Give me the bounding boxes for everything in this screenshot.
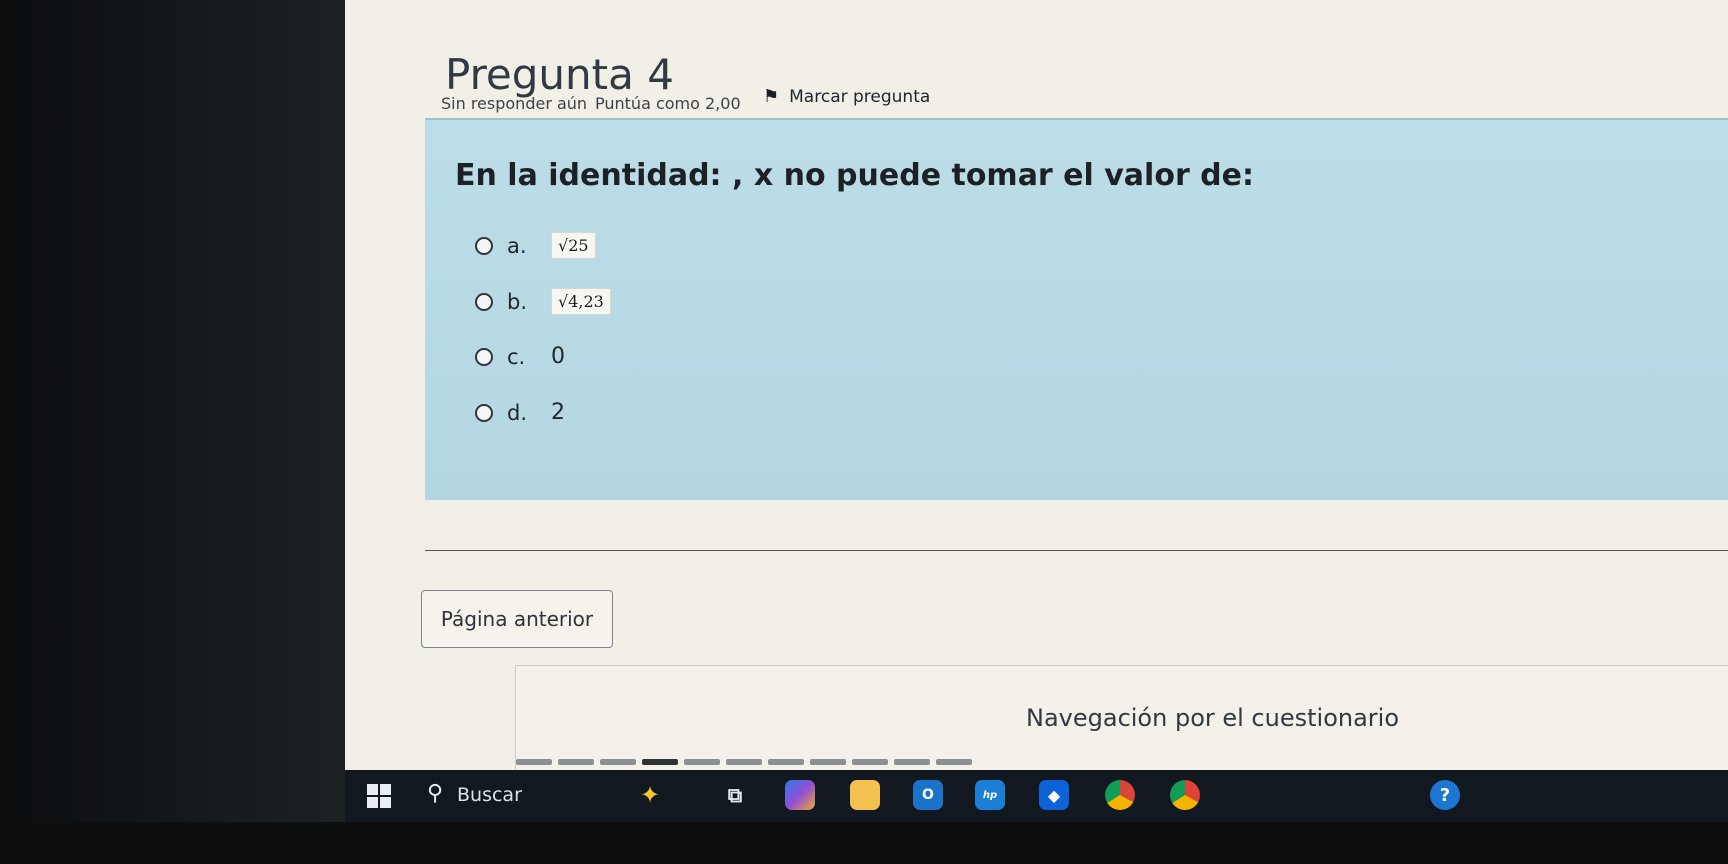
outlook-icon[interactable]: O (913, 780, 943, 810)
windows-taskbar: ⚲ Buscar ✦ ⧉ O hp ◆ ? (345, 770, 1728, 822)
nav-cell[interactable] (810, 759, 846, 765)
radio-button[interactable] (475, 236, 493, 255)
dropbox-icon[interactable]: ◆ (1039, 780, 1069, 810)
nav-cell[interactable] (516, 759, 552, 765)
option-value: √4,23 (551, 288, 611, 315)
option-letter: d. (507, 400, 528, 425)
quiz-navigation-title: Navegación por el cuestionario (1026, 704, 1400, 732)
section-divider (425, 550, 1728, 551)
monitor-bottom-bezel (0, 822, 1728, 864)
quiz-page: Pregunta 4 Sin responder aún Puntúa como… (345, 0, 1728, 777)
option-c[interactable]: c. 0 (475, 344, 565, 369)
question-box: En la identidad: , x no puede tomar el v… (425, 118, 1728, 500)
option-letter: b. (507, 289, 528, 314)
option-letter: a. (507, 233, 527, 258)
nav-cell[interactable] (894, 759, 930, 765)
flag-icon: ⚑ (763, 86, 780, 107)
chrome-profile-icon[interactable] (1170, 780, 1200, 810)
monitor-bezel (0, 0, 360, 864)
nav-cell[interactable] (936, 759, 972, 765)
taskbar-search-input[interactable]: Buscar (457, 784, 522, 806)
chrome-icon[interactable] (1105, 780, 1135, 810)
nav-cell[interactable] (600, 759, 636, 765)
copilot-app-icon[interactable] (785, 780, 815, 810)
nav-cell[interactable] (558, 759, 594, 765)
file-explorer-icon[interactable] (850, 780, 880, 810)
nav-cell[interactable] (684, 759, 720, 765)
task-view-icon[interactable]: ⧉ (720, 780, 750, 810)
windows-start-icon[interactable] (367, 784, 391, 808)
option-a[interactable]: a. √25 (475, 232, 596, 259)
flag-question-label: Marcar pregunta (789, 86, 931, 107)
copilot-icon[interactable]: ✦ (635, 780, 665, 810)
radio-button[interactable] (475, 292, 493, 311)
search-icon[interactable]: ⚲ (427, 781, 443, 806)
quiz-navigation-panel: Navegación por el cuestionario (515, 665, 1728, 777)
option-letter: c. (507, 344, 526, 369)
nav-cell[interactable] (726, 759, 762, 765)
quiz-navigation-cells (516, 759, 972, 765)
nav-cell[interactable] (852, 759, 888, 765)
flag-question-link[interactable]: ⚑ Marcar pregunta (763, 86, 930, 107)
nav-cell-current[interactable] (642, 759, 678, 765)
help-icon[interactable]: ? (1430, 780, 1460, 810)
option-b[interactable]: b. √4,23 (475, 288, 611, 315)
option-value: 2 (551, 400, 565, 425)
option-value: √25 (551, 232, 596, 259)
radio-button[interactable] (475, 347, 493, 366)
question-status: Sin responder aún (441, 94, 588, 113)
question-grade: Puntúa como 2,00 (595, 94, 741, 113)
radio-button[interactable] (475, 403, 493, 422)
option-d[interactable]: d. 2 (475, 400, 565, 425)
myhp-icon[interactable]: hp (975, 780, 1005, 810)
question-title: Pregunta 4 (445, 50, 674, 99)
option-value: 0 (551, 344, 565, 369)
previous-page-button[interactable]: Página anterior (421, 590, 613, 648)
nav-cell[interactable] (768, 759, 804, 765)
question-text: En la identidad: , x no puede tomar el v… (455, 158, 1254, 193)
